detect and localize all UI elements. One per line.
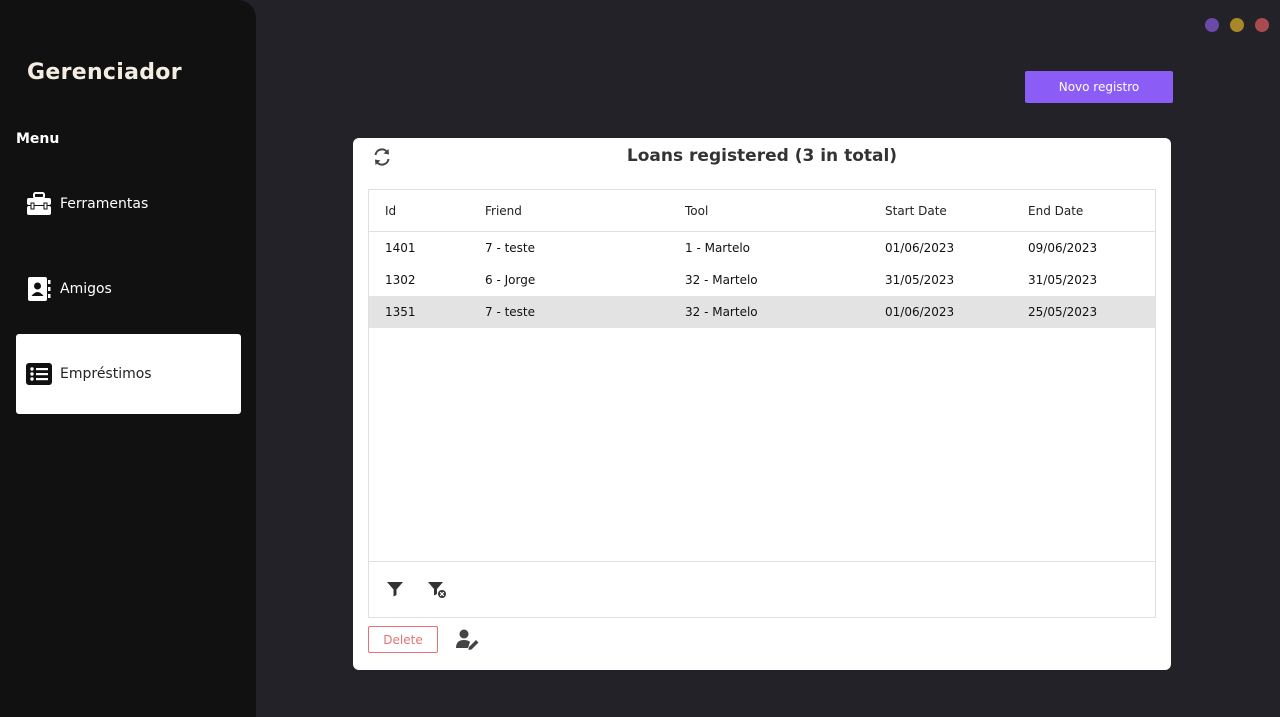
column-header-id[interactable]: Id	[385, 190, 396, 231]
list-icon	[26, 361, 52, 387]
column-header-friend[interactable]: Friend	[485, 190, 522, 231]
table-title: Loans registered (3 in total)	[626, 146, 898, 166]
cell-tool: 1 - Martelo	[685, 241, 750, 255]
cell-friend: 7 - teste	[485, 241, 536, 255]
sidebar-item-emprestimos[interactable]: Empréstimos	[16, 334, 241, 414]
cell-end-date: 25/05/2023	[1028, 305, 1098, 319]
close-button[interactable]	[1255, 18, 1269, 32]
sidebar-item-label: Ferramentas	[60, 196, 149, 212]
maximize-button[interactable]	[1230, 18, 1244, 32]
sidebar-item-label: Amigos	[60, 281, 112, 297]
sidebar: Gerenciador Menu Ferramentas Amigos Empr…	[0, 0, 256, 717]
delete-button[interactable]: Delete	[368, 626, 438, 653]
column-header-start-date[interactable]: Start Date	[885, 190, 947, 231]
sidebar-item-ferramentas[interactable]: Ferramentas	[16, 164, 241, 244]
clear-filter-icon[interactable]	[427, 579, 447, 599]
cell-id: 1302	[385, 273, 416, 287]
toolbox-icon	[26, 191, 52, 217]
window-controls	[1205, 18, 1269, 32]
cell-id: 1351	[385, 305, 416, 319]
table-header: Id Friend Tool Start Date End Date	[369, 190, 1155, 232]
minimize-button[interactable]	[1205, 18, 1219, 32]
sidebar-item-label: Empréstimos	[60, 366, 152, 382]
cell-end-date: 31/05/2023	[1028, 273, 1098, 287]
table-row[interactable]: 1302 6 - Jorge 32 - Martelo 31/05/2023 3…	[369, 264, 1155, 296]
edit-user-icon[interactable]	[456, 628, 480, 650]
loans-card: Loans registered (3 in total) Id Friend …	[353, 138, 1171, 670]
table-toolbar	[369, 561, 1155, 617]
menu-label: Menu	[16, 131, 60, 147]
column-header-end-date[interactable]: End Date	[1028, 190, 1083, 231]
cell-end-date: 09/06/2023	[1028, 241, 1098, 255]
app-title: Gerenciador	[27, 60, 182, 85]
cell-tool: 32 - Martelo	[685, 273, 758, 287]
column-header-tool[interactable]: Tool	[685, 190, 708, 231]
cell-tool: 32 - Martelo	[685, 305, 758, 319]
table-row[interactable]: 1351 7 - teste 32 - Martelo 01/06/2023 2…	[369, 296, 1155, 328]
cell-start-date: 01/06/2023	[885, 305, 955, 319]
cell-start-date: 01/06/2023	[885, 241, 955, 255]
filter-icon[interactable]	[385, 579, 405, 599]
cell-id: 1401	[385, 241, 416, 255]
cell-friend: 6 - Jorge	[485, 273, 536, 287]
loans-table: Id Friend Tool Start Date End Date 1401 …	[368, 189, 1156, 618]
contact-book-icon	[26, 276, 52, 302]
cell-friend: 7 - teste	[485, 305, 536, 319]
cell-start-date: 31/05/2023	[885, 273, 955, 287]
table-row[interactable]: 1401 7 - teste 1 - Martelo 01/06/2023 09…	[369, 232, 1155, 264]
sidebar-item-amigos[interactable]: Amigos	[16, 249, 241, 329]
new-record-button[interactable]: Novo registro	[1025, 71, 1173, 103]
